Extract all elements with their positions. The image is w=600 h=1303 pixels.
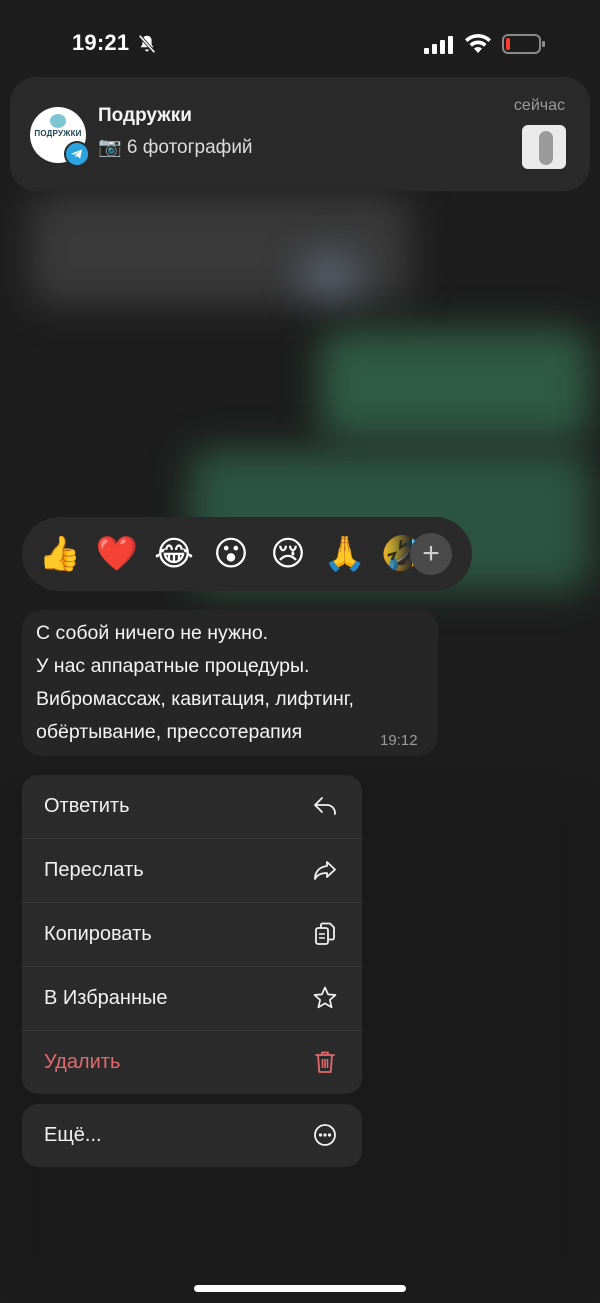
reaction-thumbs-up[interactable]: 👍 bbox=[38, 532, 82, 576]
message-text-line: обёртывание, прессотерапия bbox=[36, 721, 303, 743]
message-bubble[interactable]: С собой ничего не нужно. У нас аппаратны… bbox=[22, 610, 438, 756]
reactions-fade bbox=[382, 517, 412, 591]
telegram-icon bbox=[64, 141, 90, 167]
menu-item-forward[interactable]: Переслать bbox=[22, 839, 362, 903]
menu-item-copy[interactable]: Копировать bbox=[22, 903, 362, 967]
message-time: 19:12 bbox=[380, 732, 418, 749]
thumbnail-figure bbox=[539, 131, 553, 165]
status-time: 19:21 bbox=[72, 30, 130, 55]
status-bar: 19:21 bbox=[0, 0, 600, 88]
blurred-outgoing-bubble bbox=[320, 330, 590, 440]
reaction-pray[interactable]: 🙏 bbox=[323, 532, 367, 576]
menu-item-label: Переслать bbox=[44, 859, 144, 881]
avatar-logo-text: ПОДРУЖКИ bbox=[34, 129, 82, 138]
reaction-crying[interactable]: 😢 bbox=[266, 532, 310, 576]
context-menu: Ответить Переслать Копировать В Избранны… bbox=[22, 775, 362, 1167]
forward-icon bbox=[314, 861, 336, 880]
notification-body: 📷 6 фотографий bbox=[98, 137, 253, 158]
battery-low-icon bbox=[502, 34, 545, 54]
menu-item-label: Ответить bbox=[44, 795, 130, 817]
reaction-laughing[interactable]: 😂 bbox=[152, 532, 196, 576]
blurred-image bbox=[300, 255, 360, 295]
reaction-surprised[interactable]: 😮 bbox=[209, 532, 253, 576]
notification-time: сейчас bbox=[513, 97, 565, 114]
message-text-line: С собой ничего не нужно. bbox=[36, 622, 269, 644]
menu-item-delete[interactable]: Удалить bbox=[22, 1031, 362, 1094]
menu-item-label: Удалить bbox=[44, 1051, 121, 1073]
menu-item-label: Копировать bbox=[44, 923, 152, 945]
home-indicator[interactable] bbox=[194, 1285, 406, 1292]
reply-icon bbox=[314, 797, 336, 815]
notification-banner[interactable]: ПОДРУЖКИ Подружки 📷 6 фотографий сейчас bbox=[10, 77, 590, 191]
more-reactions-button[interactable]: + bbox=[410, 533, 452, 575]
photo-thumbnail bbox=[522, 125, 566, 169]
more-icon bbox=[314, 1124, 336, 1146]
message-text-line: Вибромассаж, кавитация, лифтинг, bbox=[36, 688, 354, 710]
star-icon bbox=[313, 986, 337, 1009]
trash-icon bbox=[315, 1051, 335, 1073]
wifi-icon bbox=[465, 33, 491, 53]
bell-slash-icon bbox=[138, 34, 156, 54]
cellular-signal-icon bbox=[424, 36, 453, 54]
menu-item-favorites[interactable]: В Избранные bbox=[22, 967, 362, 1031]
avatar-logo-mark bbox=[50, 114, 66, 128]
menu-item-label: Ещё... bbox=[44, 1124, 102, 1146]
copy-icon bbox=[315, 922, 335, 945]
context-menu-more-group: Ещё... bbox=[22, 1104, 362, 1167]
menu-item-label: В Избранные bbox=[44, 987, 168, 1009]
message-text-line: У нас аппаратные процедуры. bbox=[36, 655, 310, 677]
menu-item-reply[interactable]: Ответить bbox=[22, 775, 362, 839]
reactions-bar: 👍 ❤️ 😂 😮 😢 🙏 🤣 + bbox=[22, 517, 472, 591]
menu-separator bbox=[22, 1094, 362, 1104]
reaction-heart[interactable]: ❤️ bbox=[95, 532, 139, 576]
menu-item-more[interactable]: Ещё... bbox=[22, 1104, 362, 1167]
notification-title: Подружки bbox=[98, 105, 192, 126]
context-menu-main-group: Ответить Переслать Копировать В Избранны… bbox=[22, 775, 362, 1094]
